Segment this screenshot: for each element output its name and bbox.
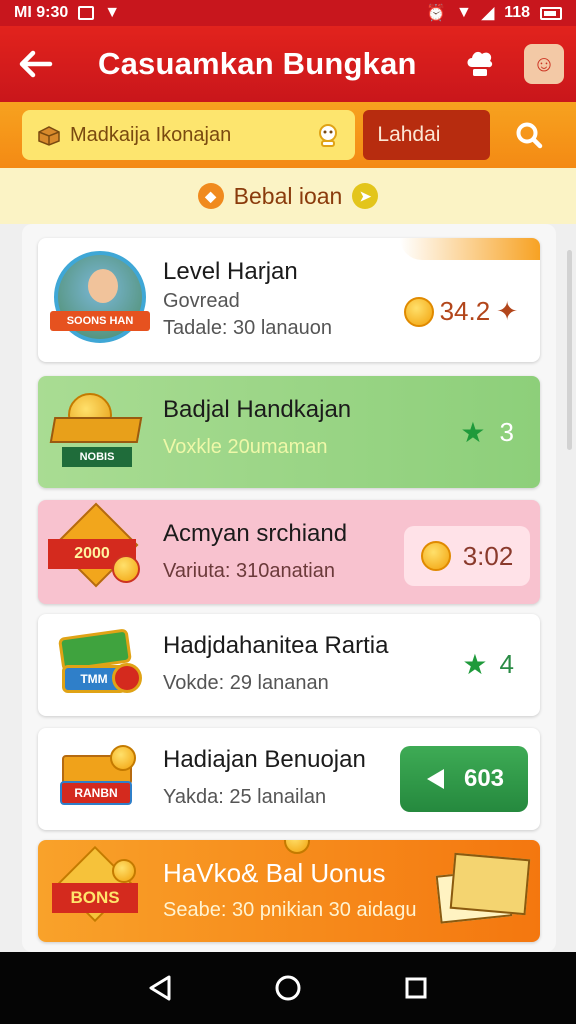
status-left-text: MI 9:30 — [14, 4, 69, 21]
list-item[interactable]: BONS HaVko& Bal Uonus Seabe: 30 pnikian … — [38, 840, 540, 942]
package-icon — [38, 126, 60, 146]
app-bar: Casuamkan Bungkan ☺ — [0, 26, 576, 102]
card-subtitle: Variuta: 310anatian — [163, 560, 335, 582]
wifi-icon: ▼ — [104, 4, 121, 21]
card-subtitle: Seabe: 30 pnikian 30 aidagu — [163, 899, 417, 921]
card-subtitle: Yakda: 25 lanailan — [163, 786, 327, 808]
back-button[interactable] — [12, 40, 60, 88]
list-item[interactable]: SOONS HAN Level Harjan Govread Tadale: 3… — [38, 238, 540, 362]
star-icon: ★ — [462, 649, 488, 680]
card-title: HaVko& Bal Uonus — [163, 858, 386, 888]
alarm-icon: ⏰ — [426, 5, 447, 22]
play-left-icon — [426, 769, 444, 789]
reward-badge-label: NOBIS — [62, 447, 132, 467]
card-title: Acmyan srchiand — [163, 520, 348, 547]
points-display: 34.2 ✦ — [403, 296, 518, 327]
card-title: Badjal Handkajan — [163, 396, 352, 423]
card-detail: Tadale: 30 lanauon — [163, 317, 333, 339]
user-avatar-icon: ☺ — [532, 51, 556, 76]
mascot-icon — [319, 124, 338, 147]
avatar[interactable]: ☺ — [524, 44, 564, 84]
stars-value: 4 — [499, 649, 514, 679]
arrow-badge-icon: ➤ — [352, 183, 379, 209]
play-button[interactable]: 603 — [400, 746, 528, 812]
stars-value: 3 — [499, 417, 514, 447]
voucher-badge-label: RANBN — [60, 781, 132, 805]
gem-icon: ◆ — [197, 183, 224, 209]
circle-home-icon — [275, 975, 301, 1001]
corner-ribbon — [400, 238, 540, 260]
page-title: Casuamkan Bungkan — [98, 46, 417, 81]
stars-display: ★ 4 — [462, 648, 514, 681]
list-item[interactable]: 2000 Acmyan srchiand Variuta: 310anatian… — [38, 500, 540, 604]
section-label: Bebal ioan — [233, 182, 343, 209]
play-value: 603 — [463, 765, 505, 792]
signal-icon: ◢ — [481, 5, 495, 22]
stars-display: ★ 3 — [460, 416, 514, 449]
bonus-badge: 2000 — [46, 502, 146, 598]
search-button[interactable] — [504, 110, 554, 160]
status-right-text: 118 — [504, 4, 530, 21]
arrow-left-icon — [19, 50, 53, 78]
wifi-icon: ▼ — [456, 4, 472, 21]
search-field[interactable]: Madkaija Ikonajan — [22, 110, 356, 160]
coin-icon — [403, 296, 434, 327]
reward-badge: NOBIS — [48, 388, 148, 478]
ticket-badge: TMM — [48, 620, 148, 710]
card-subtitle: Vokde: 29 lananan — [163, 672, 329, 694]
card-title: Level Harjan — [163, 258, 298, 285]
bonus-badge-label: BONS — [52, 883, 138, 913]
search-row: Madkaija Ikonajan Lahdai — [0, 102, 576, 168]
triangle-back-icon — [149, 975, 171, 1001]
coin-icon — [420, 541, 451, 571]
search-icon — [516, 122, 543, 149]
coin-icon — [284, 840, 310, 854]
nav-home-button[interactable] — [268, 968, 308, 1008]
category-button[interactable]: Lahdai — [363, 110, 491, 160]
list-item[interactable]: NOBIS Badjal Handkajan Voxkle 20umaman ★… — [38, 376, 540, 488]
card-subtitle: Govread — [163, 290, 240, 312]
chef-button[interactable] — [456, 40, 504, 88]
nav-back-button[interactable] — [140, 968, 180, 1008]
timer-button[interactable]: 3:02 — [404, 526, 530, 586]
notification-icon — [78, 6, 95, 20]
bonus-badge: BONS — [46, 845, 146, 936]
list-item[interactable]: RANBN Hadiajan Benuojan Yakda: 25 lanail… — [38, 728, 540, 830]
status-bar: MI 9:30 ▼ ⏰ ▼ ◢ 118 — [0, 0, 576, 26]
card-title: Hadjdahanitea Rartia — [163, 632, 389, 659]
section-header: ◆ Bebal ioan ➤ — [0, 168, 576, 224]
system-nav-bar — [0, 952, 576, 1024]
card-title: Hadiajan Benuojan — [163, 746, 366, 773]
points-value: 34.2 — [439, 296, 491, 326]
profile-badge: SOONS HAN — [50, 251, 150, 343]
list-item[interactable]: TMM Hadjdahanitea Rartia Vokde: 29 lanan… — [38, 614, 540, 716]
voucher-badge: RANBN — [48, 734, 148, 824]
card-subtitle: Voxkle 20umaman — [163, 436, 328, 458]
star-icon: ★ — [460, 417, 486, 448]
timer-value: 3:02 — [462, 540, 514, 571]
battery-icon — [540, 6, 562, 20]
chef-hat-icon — [467, 51, 493, 76]
nav-recents-button[interactable] — [396, 968, 436, 1008]
scrollbar[interactable] — [567, 250, 572, 450]
pin-icon: ✦ — [496, 296, 518, 326]
search-input-text: Madkaija Ikonajan — [70, 123, 232, 146]
user-photo: SOONS HAN — [50, 251, 150, 343]
square-recents-icon — [405, 977, 427, 999]
profile-badge-label: SOONS HAN — [50, 311, 150, 331]
ticket-stack-icon — [435, 852, 531, 926]
